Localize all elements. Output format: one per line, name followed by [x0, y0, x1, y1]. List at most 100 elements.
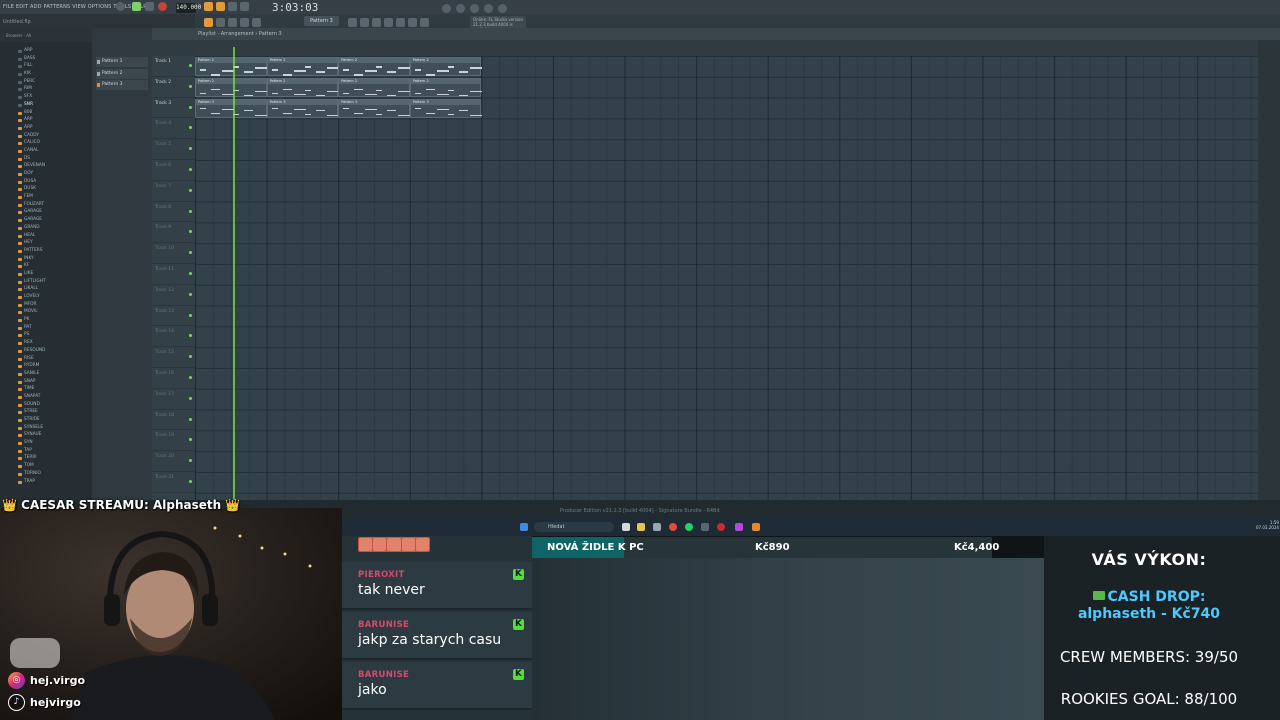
- browser-item[interactable]: GARAGE: [0, 209, 92, 217]
- playlist-icon[interactable]: [348, 18, 357, 27]
- track-header[interactable]: Track 18: [152, 410, 195, 431]
- browser-item[interactable]: GARAGE: [0, 217, 92, 225]
- track-header[interactable]: Track 11: [152, 264, 195, 285]
- browser-item[interactable]: PAT: [0, 325, 92, 333]
- track-header[interactable]: Track 10: [152, 243, 195, 264]
- browser-item[interactable]: SOUND: [0, 402, 92, 410]
- browser-item[interactable]: TRAP: [0, 479, 92, 487]
- track-header[interactable]: Track 1: [152, 56, 195, 77]
- pattern-clip[interactable]: Pattern 2: [266, 77, 339, 97]
- obs-icon[interactable]: [717, 523, 725, 531]
- browser-item[interactable]: ARP: [0, 117, 92, 125]
- browser-folder[interactable]: FILL: [0, 63, 92, 71]
- taskbar-search[interactable]: Hledat: [534, 522, 614, 532]
- browser-item[interactable]: 808: [0, 110, 92, 118]
- metronome-button[interactable]: [204, 2, 213, 11]
- pattern-clip[interactable]: Pattern 3: [195, 98, 267, 118]
- track-header[interactable]: Track 4: [152, 118, 195, 140]
- task-view-icon[interactable]: [622, 523, 630, 531]
- track-header[interactable]: Track 17: [152, 389, 195, 410]
- browser-item[interactable]: DUSK: [0, 186, 92, 194]
- pattern-clip[interactable]: Pattern 2: [338, 57, 411, 76]
- mixer-icon[interactable]: [384, 18, 393, 27]
- wait-input-button[interactable]: [216, 2, 225, 11]
- browser-item[interactable]: LIKALL: [0, 286, 92, 294]
- channel-rack-icon[interactable]: [372, 18, 381, 27]
- browser-item[interactable]: TORNIO: [0, 471, 92, 479]
- browser-item[interactable]: LOVELY: [0, 294, 92, 302]
- browser-item[interactable]: HEY: [0, 240, 92, 248]
- track-header[interactable]: Track 9: [152, 222, 195, 244]
- news-panel[interactable]: Online: FL Studio version 21.2.3 build 4…: [470, 16, 526, 32]
- pattern-clip[interactable]: Pattern 3: [266, 98, 339, 118]
- browser-item[interactable]: DOY: [0, 171, 92, 179]
- browser-item[interactable]: INKY: [0, 256, 92, 264]
- browser-header[interactable]: Browser - All: [0, 28, 92, 42]
- browser-item[interactable]: PK: [0, 317, 92, 325]
- browser-item[interactable]: MOVIL: [0, 309, 92, 317]
- pattern-clip[interactable]: Pattern 2: [195, 77, 267, 97]
- pattern-selector[interactable]: Pattern 3: [304, 16, 339, 26]
- browser-item[interactable]: TIME: [0, 386, 92, 394]
- track-header[interactable]: Track 19: [152, 430, 195, 452]
- browser-item[interactable]: CADDY: [0, 133, 92, 141]
- browser-item[interactable]: STRIDE: [0, 417, 92, 425]
- browser-item[interactable]: RESOUND: [0, 348, 92, 356]
- stop-button[interactable]: [145, 2, 154, 11]
- browser-item[interactable]: TAP: [0, 448, 92, 456]
- browser-item[interactable]: SNAPAT: [0, 394, 92, 402]
- browser-item[interactable]: KF: [0, 263, 92, 271]
- pattern-clip[interactable]: Pattern 1: [195, 57, 267, 76]
- draw-tool-icon[interactable]: [216, 18, 225, 27]
- track-header[interactable]: Track 15: [152, 347, 195, 368]
- browser-folder[interactable]: KIK: [0, 71, 92, 79]
- track-header[interactable]: Track 12: [152, 285, 195, 306]
- pattern-item[interactable]: Pattern 1: [96, 57, 148, 67]
- browser-item[interactable]: LIKE: [0, 271, 92, 279]
- explorer-icon[interactable]: [637, 523, 645, 531]
- browser-item[interactable]: HEAL: [0, 233, 92, 241]
- browser-item[interactable]: SYNAUE: [0, 432, 92, 440]
- piano-roll-icon[interactable]: [360, 18, 369, 27]
- store-icon[interactable]: [653, 523, 661, 531]
- browser-folder[interactable]: ARP: [0, 48, 92, 56]
- browser-item[interactable]: MFOR: [0, 302, 92, 310]
- track-header[interactable]: Track 3: [152, 98, 195, 119]
- undo-icon[interactable]: [456, 4, 465, 13]
- browser-item[interactable]: SNAP: [0, 379, 92, 387]
- browser-folder[interactable]: SNR: [0, 102, 92, 110]
- playlist-grid[interactable]: Pattern 1 Pattern 2 Pattern 2 Pattern 2 Patt…: [195, 56, 1258, 500]
- pattern-clip[interactable]: Pattern 2: [338, 77, 411, 97]
- plugin-picker-icon[interactable]: [408, 18, 417, 27]
- play-button[interactable]: [132, 2, 141, 11]
- discord-icon[interactable]: [735, 523, 743, 531]
- track-header[interactable]: Track 16: [152, 368, 195, 389]
- pattern-clip[interactable]: Pattern 2: [409, 57, 482, 76]
- browser-item[interactable]: TERRI: [0, 455, 92, 463]
- browser-item[interactable]: GRAND: [0, 225, 92, 233]
- track-header[interactable]: Track 20: [152, 451, 195, 472]
- audio-icon[interactable]: [420, 18, 429, 27]
- browser-item[interactable]: CALICO: [0, 140, 92, 148]
- browser-item[interactable]: ARP: [0, 125, 92, 133]
- browser-folder[interactable]: RIM: [0, 86, 92, 94]
- pattern-clip[interactable]: Pattern 2: [409, 77, 482, 97]
- pattern-clip[interactable]: Pattern 3: [338, 98, 411, 118]
- browser-item[interactable]: DEVENAN: [0, 163, 92, 171]
- delete-tool-icon[interactable]: [240, 18, 249, 27]
- playhead[interactable]: [233, 47, 235, 500]
- browser-icon[interactable]: [396, 18, 405, 27]
- track-header[interactable]: Track 2: [152, 77, 195, 98]
- pattern-item[interactable]: Pattern 3: [96, 80, 148, 90]
- track-header[interactable]: Track 21: [152, 472, 195, 493]
- windows-start-icon[interactable]: [520, 523, 528, 531]
- browser-item[interactable]: REX: [0, 340, 92, 348]
- playlist-scrollbar[interactable]: [1258, 40, 1280, 500]
- mute-tool-icon[interactable]: [252, 18, 261, 27]
- tempo-display[interactable]: 140.000: [176, 3, 201, 13]
- browser-item[interactable]: SANILE: [0, 371, 92, 379]
- help-icon[interactable]: [498, 4, 507, 13]
- track-header[interactable]: Track 5: [152, 139, 195, 160]
- fl-studio-icon[interactable]: [752, 523, 760, 531]
- browser-folder[interactable]: PERC: [0, 79, 92, 87]
